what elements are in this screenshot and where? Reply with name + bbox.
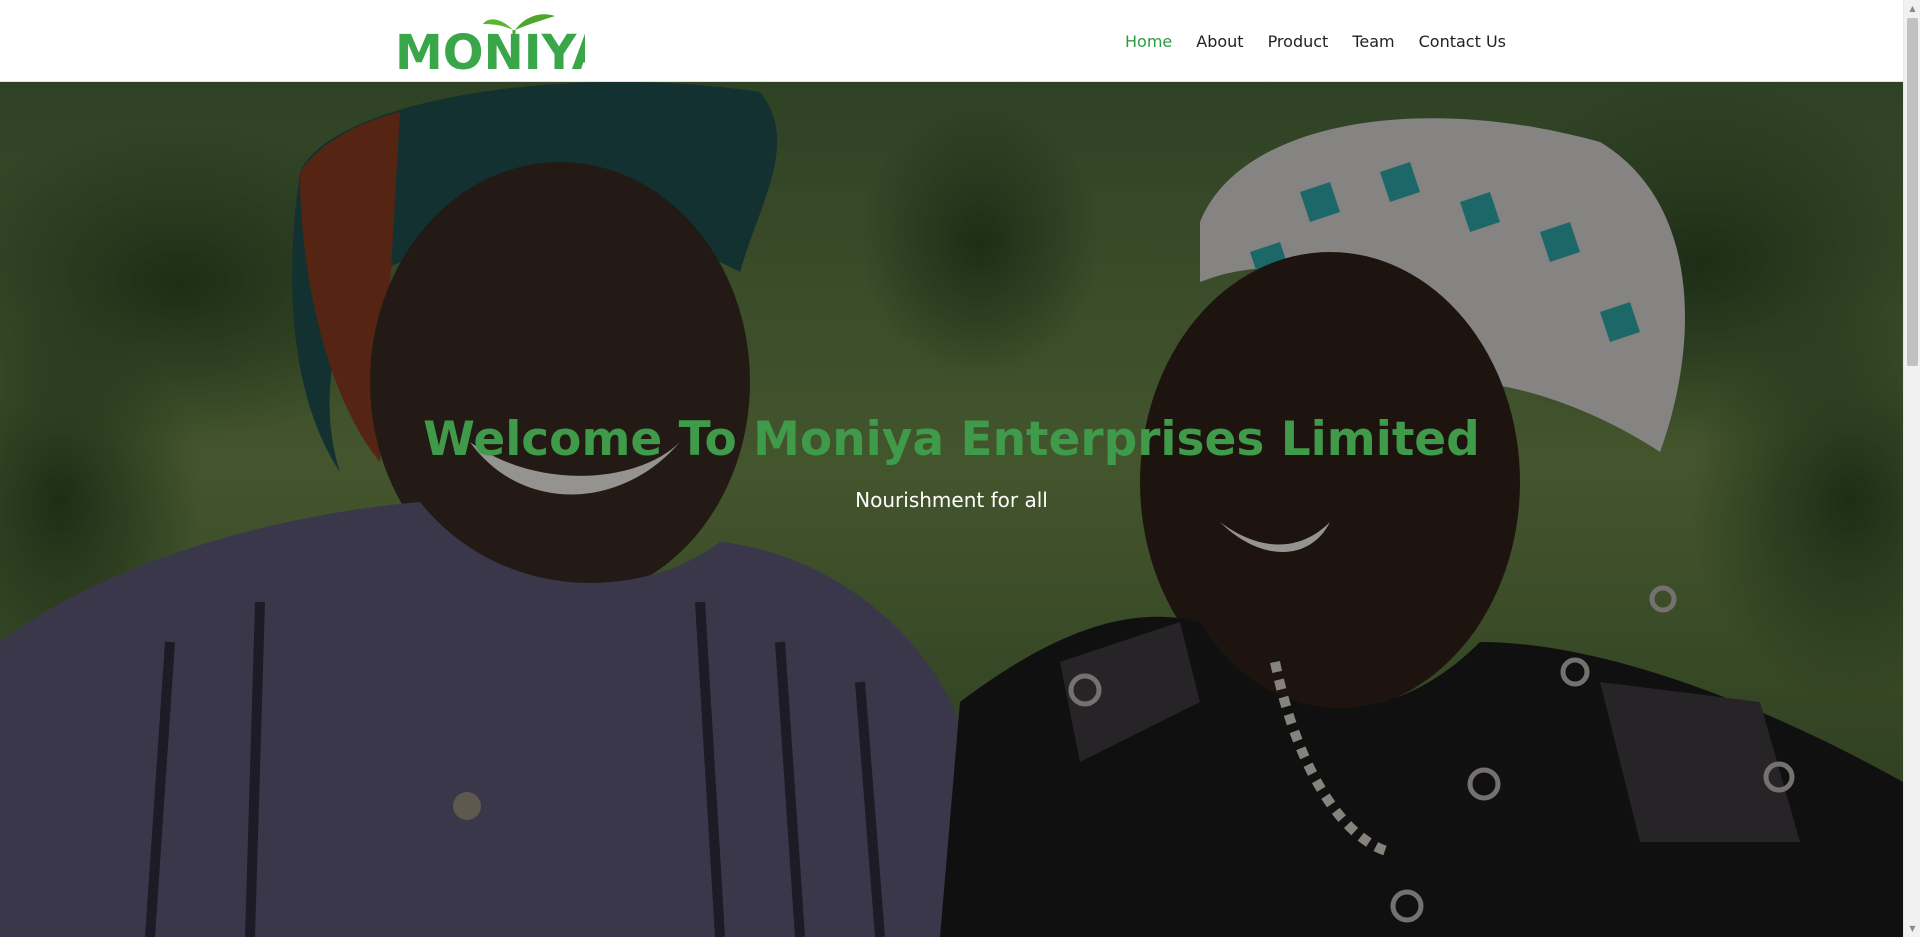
scroll-down-arrow-icon[interactable]: ▼ [1904,920,1920,937]
page: MONIYA Home About Product Team Contact U… [0,0,1920,937]
site-header: MONIYA Home About Product Team Contact U… [0,0,1903,82]
nav-team[interactable]: Team [1352,32,1394,51]
nav-about[interactable]: About [1196,32,1243,51]
nav-contact-us[interactable]: Contact Us [1419,32,1506,51]
scroll-thumb[interactable] [1907,18,1918,366]
hero-title: Welcome To Moniya Enterprises Limited [423,412,1480,467]
nav-product[interactable]: Product [1268,32,1329,51]
nav-home[interactable]: Home [1125,32,1172,51]
moniya-logo[interactable]: MONIYA [395,12,585,72]
hero-subtitle: Nourishment for all [855,488,1048,512]
logo-text: MONIYA [395,25,585,72]
scroll-up-arrow-icon[interactable]: ▲ [1904,0,1920,17]
main-nav: Home About Product Team Contact Us [1125,0,1506,82]
vertical-scrollbar[interactable]: ▲ ▼ [1903,0,1920,937]
hero-section: Welcome To Moniya Enterprises Limited No… [0,82,1903,937]
